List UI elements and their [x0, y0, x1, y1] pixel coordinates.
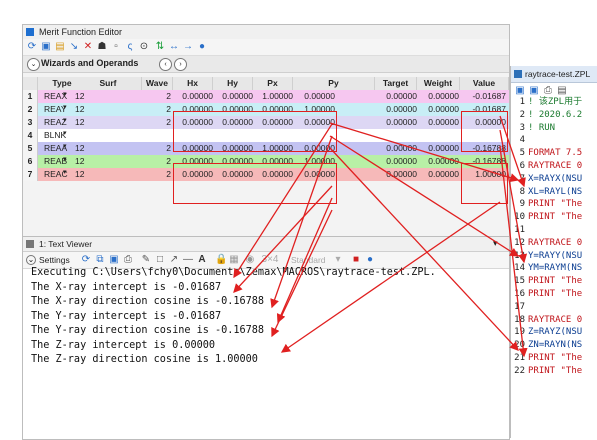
annotation-arrow	[233, 123, 333, 279]
annotation-arrow	[329, 147, 519, 351]
annotation-arrow	[329, 135, 520, 257]
annotation-arrow	[271, 209, 333, 338]
annotation-arrow	[276, 197, 333, 324]
annotation-arrow	[270, 135, 333, 309]
annotation-arrow	[329, 122, 520, 183]
annotation-arrows	[233, 115, 528, 358]
annotation-arrow	[280, 201, 501, 353]
